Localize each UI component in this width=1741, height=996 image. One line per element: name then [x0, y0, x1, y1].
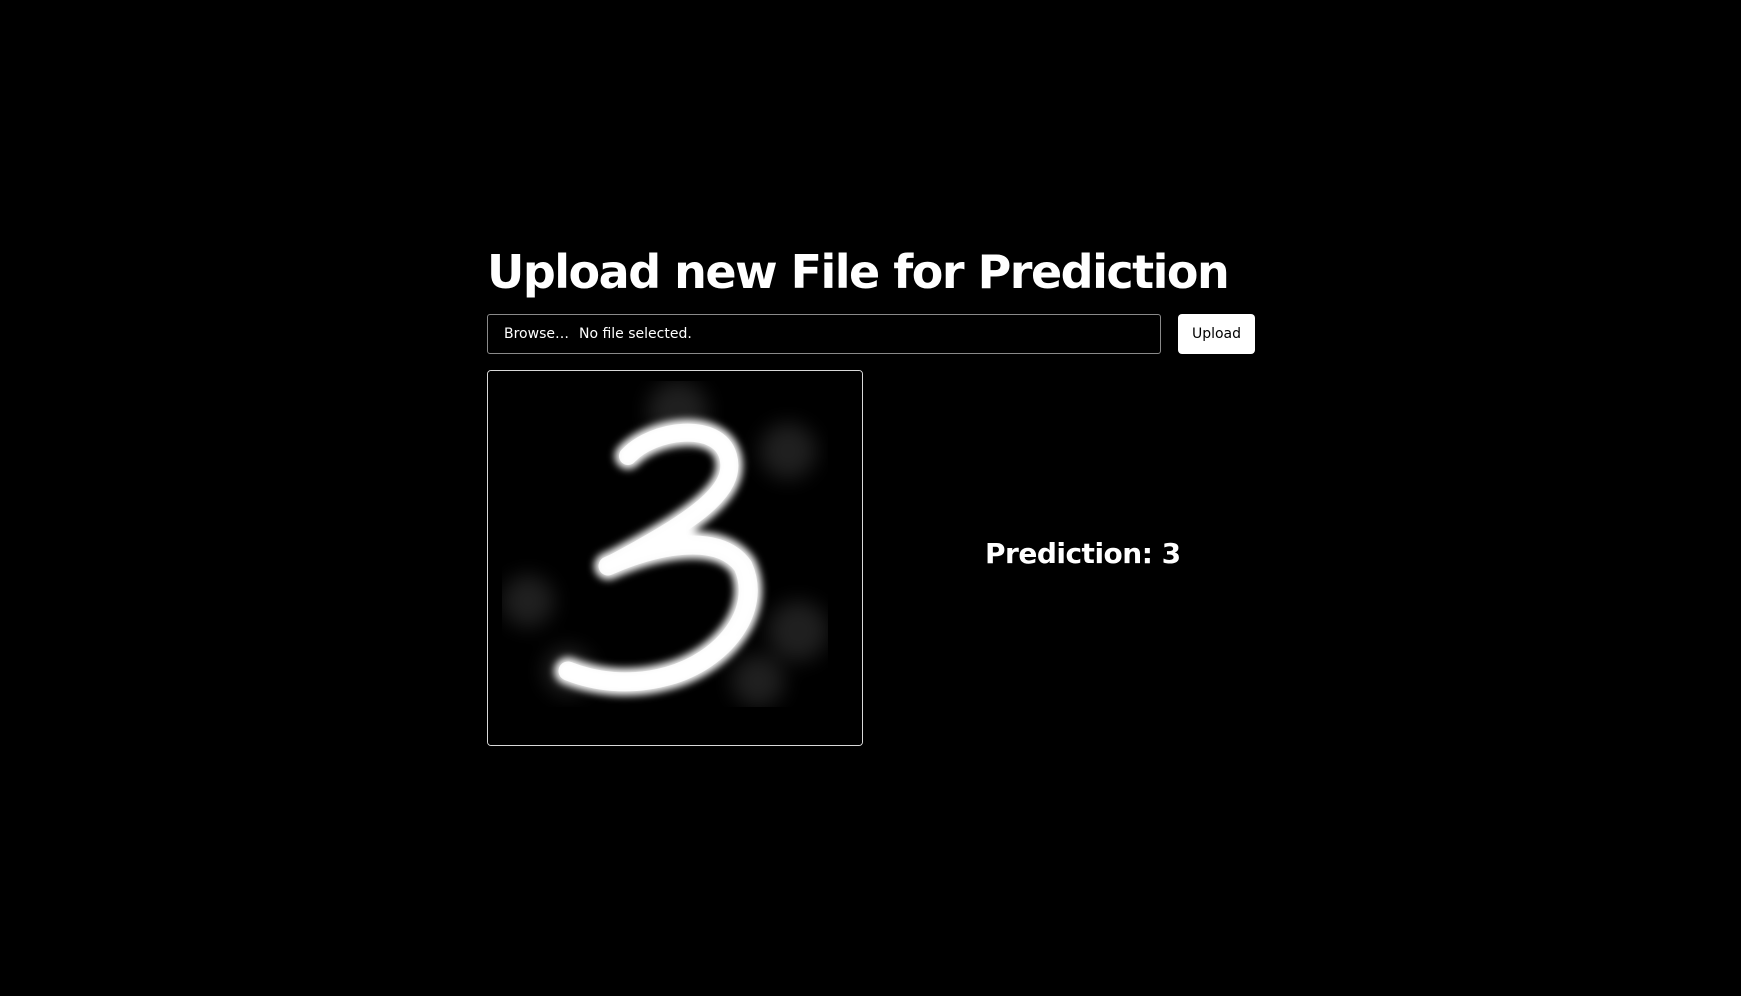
- upload-form: Browse… No file selected. Upload: [487, 314, 1257, 354]
- page-title: Upload new File for Prediction: [487, 245, 1230, 299]
- browse-button[interactable]: Browse…: [504, 326, 569, 342]
- prediction-result: Prediction: 3: [985, 537, 1181, 570]
- uploaded-image-preview: [487, 370, 863, 746]
- handwritten-digit-image: [488, 371, 862, 745]
- file-input[interactable]: Browse… No file selected.: [487, 314, 1161, 354]
- upload-button[interactable]: Upload: [1178, 314, 1255, 354]
- upload-container: Upload new File for Prediction Browse… N…: [487, 240, 1257, 746]
- file-status-text: No file selected.: [578, 326, 692, 342]
